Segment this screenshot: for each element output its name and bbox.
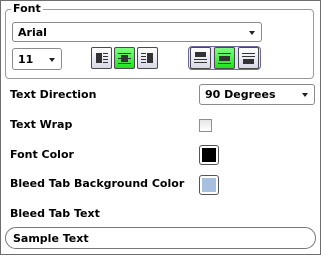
font-size-dropdown[interactable]: 11 — [12, 48, 62, 70]
bleed-bg-color-label: Bleed Tab Background Color — [10, 177, 185, 190]
chevron-down-icon — [249, 31, 255, 35]
bleed-bg-color-fill — [202, 178, 216, 192]
text-direction-value: 90 Degrees — [205, 88, 276, 101]
font-name-value: Arial — [18, 26, 47, 39]
align-middle-icon — [218, 53, 231, 54]
font-group-legend: Font — [11, 2, 43, 15]
font-name-dropdown[interactable]: Arial — [12, 22, 262, 42]
font-color-label: Font Color — [10, 148, 74, 161]
align-right-button[interactable] — [137, 47, 158, 69]
align-right-icon — [141, 53, 146, 54]
align-top-icon — [195, 52, 206, 57]
text-direction-label: Text Direction — [10, 88, 97, 101]
align-middle-button[interactable] — [214, 47, 235, 69]
text-properties-panel: Font Arial 11 Text Direction 90 Degrees … — [0, 0, 321, 255]
align-bottom-button[interactable] — [238, 47, 259, 69]
text-wrap-checkbox[interactable] — [199, 119, 212, 132]
text-direction-dropdown[interactable]: 90 Degrees — [199, 84, 315, 105]
chevron-down-icon — [49, 58, 55, 62]
align-left-icon — [96, 53, 102, 63]
align-left-button[interactable] — [91, 47, 112, 69]
text-wrap-label: Text Wrap — [10, 118, 73, 131]
align-bottom-icon — [242, 53, 255, 54]
bleed-tab-text-label: Bleed Tab Text — [10, 207, 100, 220]
font-color-swatch[interactable] — [199, 145, 219, 165]
chevron-down-icon — [302, 93, 308, 97]
align-top-button[interactable] — [190, 47, 211, 69]
font-color-fill — [202, 148, 216, 162]
font-size-value: 11 — [18, 53, 34, 66]
align-center-button[interactable] — [114, 47, 135, 69]
bleed-tab-text-field[interactable] — [5, 227, 316, 249]
bleed-tab-text-input[interactable] — [13, 230, 303, 246]
bleed-bg-color-swatch[interactable] — [199, 175, 219, 195]
align-center-icon — [118, 53, 131, 54]
